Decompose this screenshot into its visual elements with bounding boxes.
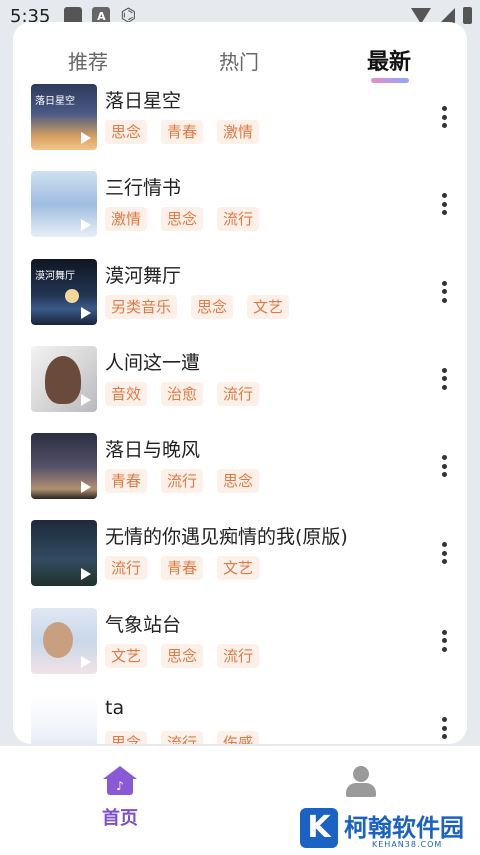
nav-profile-button[interactable] <box>344 766 378 800</box>
song-tag[interactable]: 音效 <box>105 381 148 406</box>
song-cover[interactable] <box>31 695 97 744</box>
more-options-icon[interactable] <box>441 280 447 303</box>
play-icon[interactable] <box>81 306 91 319</box>
more-options-icon[interactable] <box>441 542 447 565</box>
song-tag[interactable]: 流行 <box>161 731 204 744</box>
song-tag[interactable]: 文艺 <box>217 556 260 581</box>
song-title: 三行情书 <box>105 177 182 200</box>
song-row[interactable]: 气象站台 文艺 思念 流行 <box>13 607 467 695</box>
watermark-url: KEHAN38.COM <box>372 840 443 849</box>
song-tag[interactable]: 另类音乐 <box>105 294 178 319</box>
song-tag[interactable]: 流行 <box>161 469 204 494</box>
more-options-icon[interactable] <box>441 193 447 216</box>
song-cover[interactable] <box>31 607 97 674</box>
song-title: ta <box>105 697 125 720</box>
song-title: 无情的你遇见痴情的我(原版) <box>105 526 348 549</box>
song-tags: 流行 青春 文艺 <box>105 556 260 581</box>
song-tag[interactable]: 流行 <box>105 556 148 581</box>
song-row[interactable]: 落日星空 落日星空 思念 青春 激情 <box>13 84 467 171</box>
song-tags: 思念 流行 伤感 <box>105 731 260 744</box>
song-tag[interactable]: 流行 <box>217 381 260 406</box>
watermark-k-logo: K <box>300 808 338 848</box>
song-cover[interactable] <box>31 171 97 238</box>
song-tags: 青春 流行 思念 <box>105 469 260 494</box>
song-tag[interactable]: 青春 <box>105 469 148 494</box>
tab-bar: 推荐 热门 最新 <box>13 34 467 86</box>
song-list-card: 推荐 热门 最新 落日星空 落日星空 思念 青春 激情 三行情书 激情 思念 流… <box>13 22 467 744</box>
song-tags: 思念 青春 激情 <box>105 120 260 144</box>
song-row[interactable]: 三行情书 激情 思念 流行 <box>13 171 467 258</box>
song-tag[interactable]: 流行 <box>217 643 260 668</box>
play-icon[interactable] <box>81 481 91 494</box>
song-tag[interactable]: 激情 <box>217 120 260 144</box>
song-tag[interactable]: 青春 <box>161 120 204 144</box>
song-tag[interactable]: 文艺 <box>247 294 290 319</box>
user-icon <box>353 766 369 782</box>
more-options-icon[interactable] <box>441 367 447 390</box>
nav-home-button[interactable]: ♪ 首页 <box>100 766 140 830</box>
play-icon[interactable] <box>81 393 91 406</box>
tab-latest[interactable]: 最新 <box>367 44 411 76</box>
song-title: 气象站台 <box>105 613 182 636</box>
song-tag[interactable]: 青春 <box>161 556 204 581</box>
song-tag[interactable]: 思念 <box>191 294 234 319</box>
song-tag[interactable]: 思念 <box>161 643 204 668</box>
battery-icon <box>463 7 472 24</box>
song-cover[interactable] <box>31 433 97 500</box>
more-options-icon[interactable] <box>441 106 447 128</box>
song-cover[interactable] <box>31 520 97 587</box>
song-row[interactable]: 漠河舞厅 漠河舞厅 另类音乐 思念 文艺 <box>13 258 467 346</box>
song-tags: 另类音乐 思念 文艺 <box>105 294 290 319</box>
more-options-icon[interactable] <box>441 629 447 652</box>
song-title: 落日星空 <box>105 90 182 112</box>
song-cover[interactable]: 漠河舞厅 <box>31 258 97 325</box>
song-tag[interactable]: 治愈 <box>161 381 204 406</box>
tab-hot[interactable]: 热门 <box>219 46 259 75</box>
nav-home-label: 首页 <box>102 808 138 829</box>
tab-recommend[interactable]: 推荐 <box>68 46 108 75</box>
song-tag[interactable]: 伤感 <box>217 731 260 744</box>
song-tag[interactable]: 思念 <box>161 207 204 232</box>
song-row[interactable]: 人间这一遭 音效 治愈 流行 <box>13 345 467 433</box>
song-title: 落日与晚风 <box>105 439 201 462</box>
song-row[interactable]: 无情的你遇见痴情的我(原版) 流行 青春 文艺 <box>13 520 467 607</box>
portrait-hair <box>45 355 81 404</box>
song-tag[interactable]: 激情 <box>105 207 148 232</box>
moon-shape <box>65 288 79 303</box>
play-icon[interactable] <box>81 655 91 668</box>
song-tag[interactable]: 流行 <box>217 207 260 232</box>
active-tab-indicator <box>371 78 409 83</box>
watermark-name: 柯翰软件园 <box>344 814 464 842</box>
song-tag[interactable]: 文艺 <box>105 643 148 668</box>
cover-text: 落日星空 <box>35 96 75 107</box>
song-tags: 激情 思念 流行 <box>105 207 260 232</box>
song-title: 漠河舞厅 <box>105 264 182 287</box>
more-options-icon[interactable] <box>441 717 447 740</box>
song-tag[interactable]: 思念 <box>105 731 148 744</box>
song-tags: 音效 治愈 流行 <box>105 381 260 406</box>
home-music-icon[interactable]: ♪ <box>103 766 137 796</box>
song-row[interactable]: 落日与晚风 青春 流行 思念 <box>13 433 467 520</box>
song-tag[interactable]: 思念 <box>105 120 148 144</box>
cover-text: 漠河舞厅 <box>35 270 75 282</box>
song-tag[interactable]: 思念 <box>217 469 260 494</box>
song-cover[interactable]: 落日星空 <box>31 84 97 150</box>
song-cover[interactable] <box>31 345 97 412</box>
portrait-face <box>43 621 73 658</box>
song-title: 人间这一遭 <box>105 351 201 374</box>
song-list: 落日星空 落日星空 思念 青春 激情 三行情书 激情 思念 流行 漠河舞厅 漠河… <box>13 84 467 744</box>
play-icon[interactable] <box>81 219 91 232</box>
play-icon[interactable] <box>81 568 91 581</box>
more-options-icon[interactable] <box>441 455 447 478</box>
play-icon[interactable] <box>81 132 91 144</box>
watermark-logo: K 柯翰软件园 KEHAN38.COM <box>300 806 480 854</box>
song-tags: 文艺 思念 流行 <box>105 643 260 668</box>
song-row[interactable]: ta 思念 流行 伤感 <box>13 695 467 744</box>
